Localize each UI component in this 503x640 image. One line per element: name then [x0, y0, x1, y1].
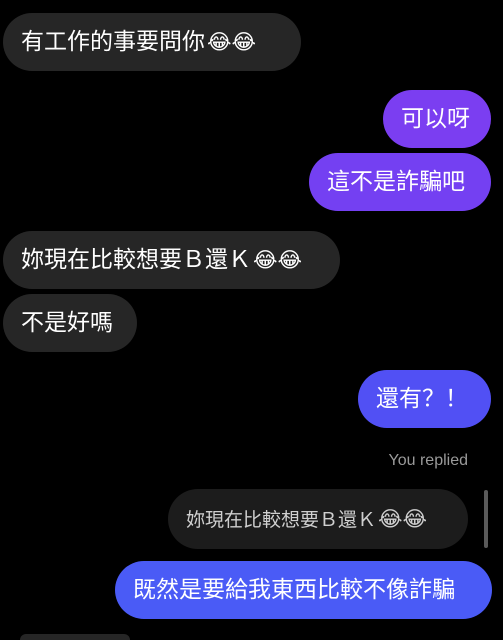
incoming-message[interactable]: 妳現在比較想要Ｂ還Ｋ😂😂: [3, 231, 340, 289]
laughing-tears-emoji: 😂😂: [253, 248, 303, 272]
laughing-tears-emoji: 😂😂: [207, 30, 257, 54]
message-text: 有工作的事要問你: [21, 29, 205, 55]
quoted-text: 妳現在比較想要Ｂ還Ｋ: [186, 509, 377, 531]
message-text: 還有？！: [376, 386, 468, 412]
reply-indicator-label: You replied: [388, 452, 468, 469]
quoted-message[interactable]: 妳現在比較想要Ｂ還Ｋ😂😂: [168, 489, 468, 549]
message-text: 既然是要給我東西比較不像詐騙: [133, 577, 455, 603]
outgoing-message[interactable]: 可以呀: [383, 90, 491, 148]
message-text: 這不是詐騙吧: [327, 169, 465, 195]
message-text: 可以呀: [401, 106, 470, 132]
message-text: 妳現在比較想要Ｂ還Ｋ: [21, 247, 251, 273]
message-text: 不是好嗎: [21, 310, 113, 336]
incoming-message[interactable]: 有工作的事要問你😂😂: [3, 13, 301, 71]
reply-quote-bar: [484, 490, 488, 548]
partial-message-bubble: [20, 634, 130, 640]
outgoing-message[interactable]: 既然是要給我東西比較不像詐騙: [115, 561, 492, 619]
outgoing-message[interactable]: 這不是詐騙吧: [309, 153, 491, 211]
outgoing-message[interactable]: 還有？！: [358, 370, 491, 428]
laughing-tears-emoji: 😂😂: [378, 507, 428, 531]
incoming-message[interactable]: 不是好嗎: [3, 294, 137, 352]
